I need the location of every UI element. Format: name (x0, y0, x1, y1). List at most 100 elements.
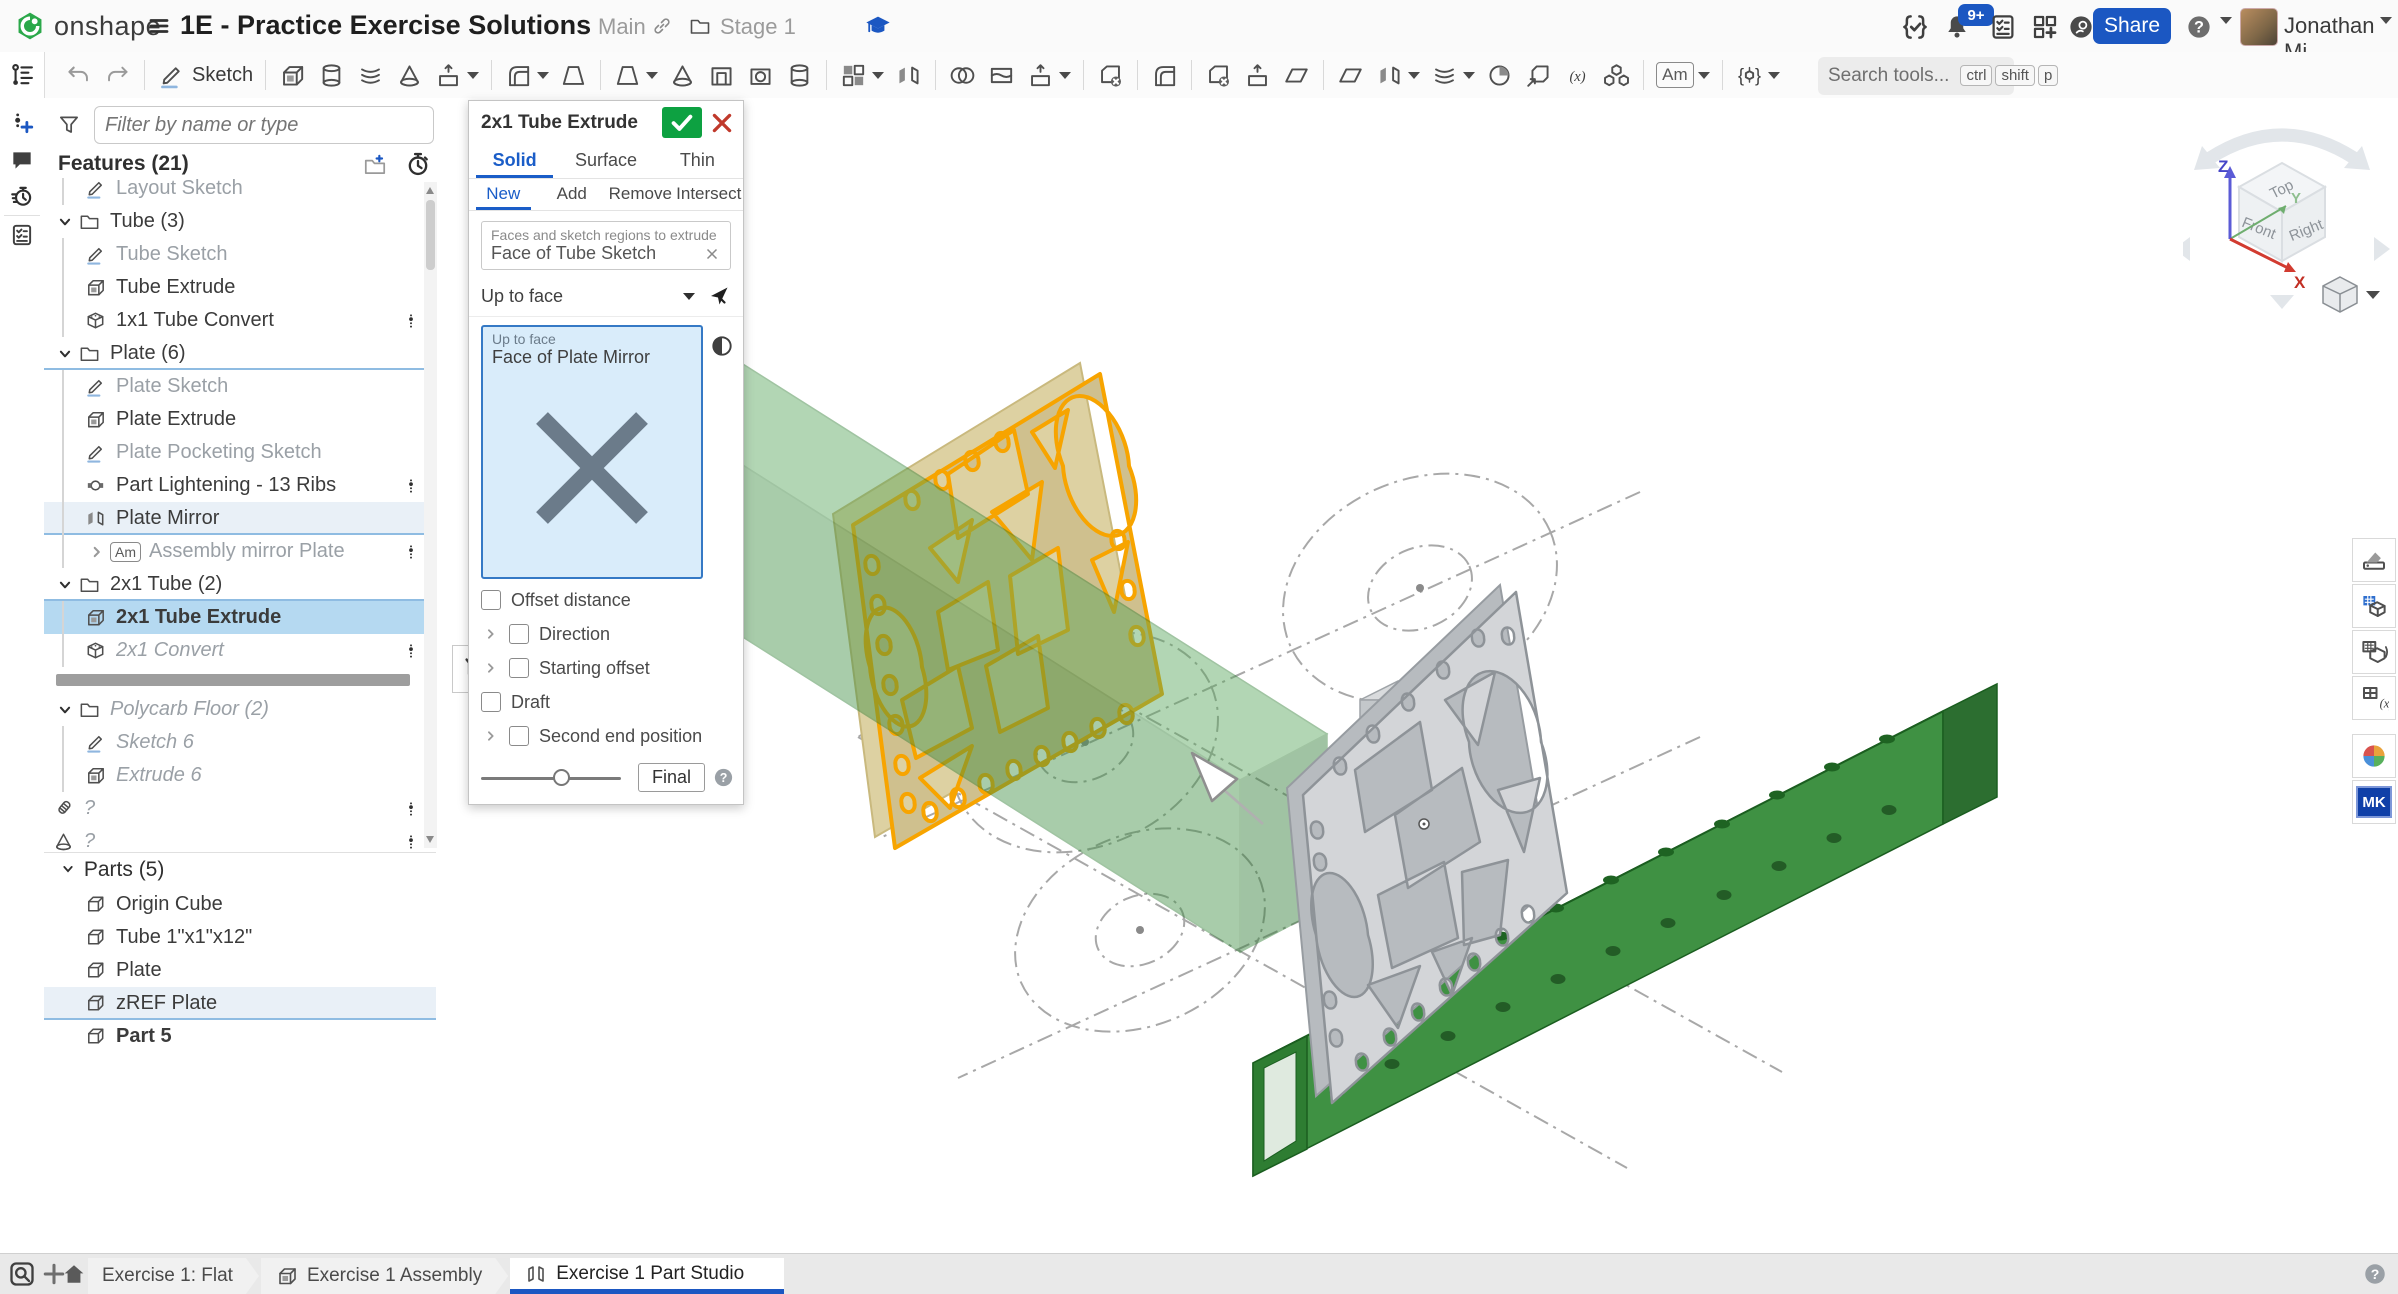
clear-icon[interactable] (492, 552, 692, 572)
document-tab[interactable]: Exercise 1 Assembly (261, 1258, 508, 1294)
instances-button[interactable] (1597, 55, 1636, 95)
chevron-down-icon[interactable] (872, 72, 884, 79)
context-dots-icon[interactable] (402, 474, 420, 498)
filter-icon[interactable] (56, 112, 82, 138)
delete-part-button[interactable] (1091, 55, 1130, 95)
shell-button[interactable] (702, 55, 741, 95)
loft-button[interactable] (390, 55, 429, 95)
appearance-panel-button[interactable] (2352, 538, 2396, 582)
delete-face-button[interactable] (1199, 55, 1238, 95)
fillet-button[interactable] (499, 55, 554, 95)
context-dots-icon[interactable] (402, 540, 420, 564)
transform-button[interactable] (1021, 55, 1076, 95)
feature-row[interactable]: ? (44, 792, 436, 825)
context-dots-icon[interactable] (402, 309, 420, 333)
rollback-history-icon[interactable] (404, 150, 432, 178)
checkbox[interactable] (509, 658, 529, 678)
document-tab[interactable]: Exercise 1 Part Studio (510, 1258, 784, 1294)
search-tools[interactable]: Search tools... ctrlshiftp (1818, 57, 2014, 95)
redo-button[interactable] (98, 55, 137, 95)
workspace-label[interactable]: Main (598, 14, 646, 40)
mirror-feature-button[interactable] (889, 55, 928, 95)
chevron-down-icon[interactable] (537, 72, 549, 79)
hole-button[interactable] (741, 55, 780, 95)
feature-row[interactable]: Tube (3) (44, 205, 436, 238)
main-menu-icon[interactable] (146, 14, 172, 38)
help-caret-icon[interactable] (2216, 24, 2232, 42)
dialog-help-icon[interactable]: ? (712, 766, 735, 789)
create-folder-icon[interactable] (362, 152, 388, 178)
checkbox[interactable] (481, 692, 501, 712)
extrude-button[interactable] (273, 55, 312, 95)
versions-icon[interactable] (1900, 12, 1930, 42)
chevron-down-icon[interactable] (1059, 72, 1071, 79)
part-row[interactable]: Part 5 (44, 1020, 436, 1053)
part-row[interactable]: Tube 1"x1"x12" (44, 921, 436, 954)
share-button[interactable]: Share (2093, 8, 2171, 44)
history-icon[interactable] (9, 183, 35, 209)
feature-row[interactable]: Extrude 6 (44, 759, 436, 792)
chevron-down-icon[interactable] (1408, 72, 1420, 79)
feature-row[interactable]: Layout Sketch (44, 178, 436, 205)
chevron-down-icon[interactable] (52, 343, 78, 365)
slider-knob[interactable] (553, 769, 570, 786)
apps-grid-icon[interactable] (2030, 12, 2060, 42)
chevron-right-icon[interactable] (481, 726, 501, 746)
chevron-down-icon[interactable] (646, 72, 658, 79)
home-icon[interactable] (60, 1260, 88, 1288)
replace-face-button[interactable] (1277, 55, 1316, 95)
import-button[interactable] (1519, 55, 1558, 95)
feature-row[interactable]: Plate Sketch (44, 370, 436, 403)
view-options-button[interactable] (2323, 277, 2380, 312)
undo-button[interactable] (59, 55, 98, 95)
custom-feature-button[interactable]: Am (1651, 55, 1715, 95)
user-caret-icon[interactable] (2376, 24, 2392, 42)
end-condition-dropdown[interactable]: Up to face (469, 278, 743, 317)
part-row[interactable]: Origin Cube (44, 888, 436, 921)
chevron-down-icon[interactable] (467, 72, 479, 79)
insert-feature-icon[interactable] (9, 110, 35, 136)
cancel-button[interactable] (709, 110, 735, 136)
chevron-down-icon[interactable] (1768, 72, 1780, 79)
select-cursor-icon[interactable] (707, 284, 731, 308)
chevron-down-icon[interactable] (1698, 72, 1710, 79)
tab-add[interactable]: Add (538, 179, 607, 210)
feature-row[interactable]: Tube Extrude (44, 271, 436, 304)
tab-solid[interactable]: Solid (469, 144, 560, 178)
chevron-down-icon[interactable] (52, 211, 78, 233)
help-icon[interactable]: ? (2184, 12, 2214, 42)
chevron-down-icon[interactable] (52, 699, 78, 721)
parts-section[interactable]: Parts (5) (58, 858, 164, 882)
sweep-button[interactable] (351, 55, 390, 95)
flip-direction-icon[interactable] (709, 333, 735, 359)
context-dots-icon[interactable] (402, 639, 420, 663)
chevron-right-icon[interactable] (481, 658, 501, 678)
split-button[interactable] (982, 55, 1021, 95)
tab-thin[interactable]: Thin (652, 144, 743, 178)
feature-row[interactable]: Plate Extrude (44, 403, 436, 436)
tasks-checklist-icon[interactable] (1988, 12, 2018, 42)
chevron-down-icon[interactable] (1463, 72, 1475, 79)
tab-surface[interactable]: Surface (560, 144, 651, 178)
filter-input[interactable] (94, 106, 434, 144)
tab-new[interactable]: New (469, 179, 538, 210)
clear-icon[interactable] (703, 245, 721, 263)
upto-face-field[interactable]: Up to face Face of Plate Mirror (481, 325, 703, 579)
avatar[interactable] (2240, 8, 2278, 46)
view-cube[interactable]: Top Front Right Y Z X (2183, 118, 2398, 313)
feature-list-toggle-button[interactable] (0, 52, 45, 98)
feature-row[interactable]: 2x1 Tube (2) (44, 568, 436, 601)
context-dots-icon[interactable] (402, 830, 420, 853)
thicken-button[interactable] (429, 55, 484, 95)
rollback-bar[interactable] (44, 667, 436, 693)
feature-row[interactable]: Plate Pocketing Sketch (44, 436, 436, 469)
feature-row[interactable]: AmAssembly mirror Plate (44, 535, 436, 568)
boolean-button[interactable] (943, 55, 982, 95)
checkbox[interactable] (481, 590, 501, 610)
viewport-help-icon[interactable]: ? (2362, 1261, 2388, 1287)
feature-row[interactable]: Polycarb Floor (2) (44, 693, 436, 726)
rollback-slider[interactable] (481, 769, 621, 787)
chamfer-button[interactable] (554, 55, 593, 95)
faces-field[interactable]: Faces and sketch regions to extrude Face… (481, 221, 731, 270)
feature-row[interactable]: Plate Mirror (44, 502, 436, 535)
